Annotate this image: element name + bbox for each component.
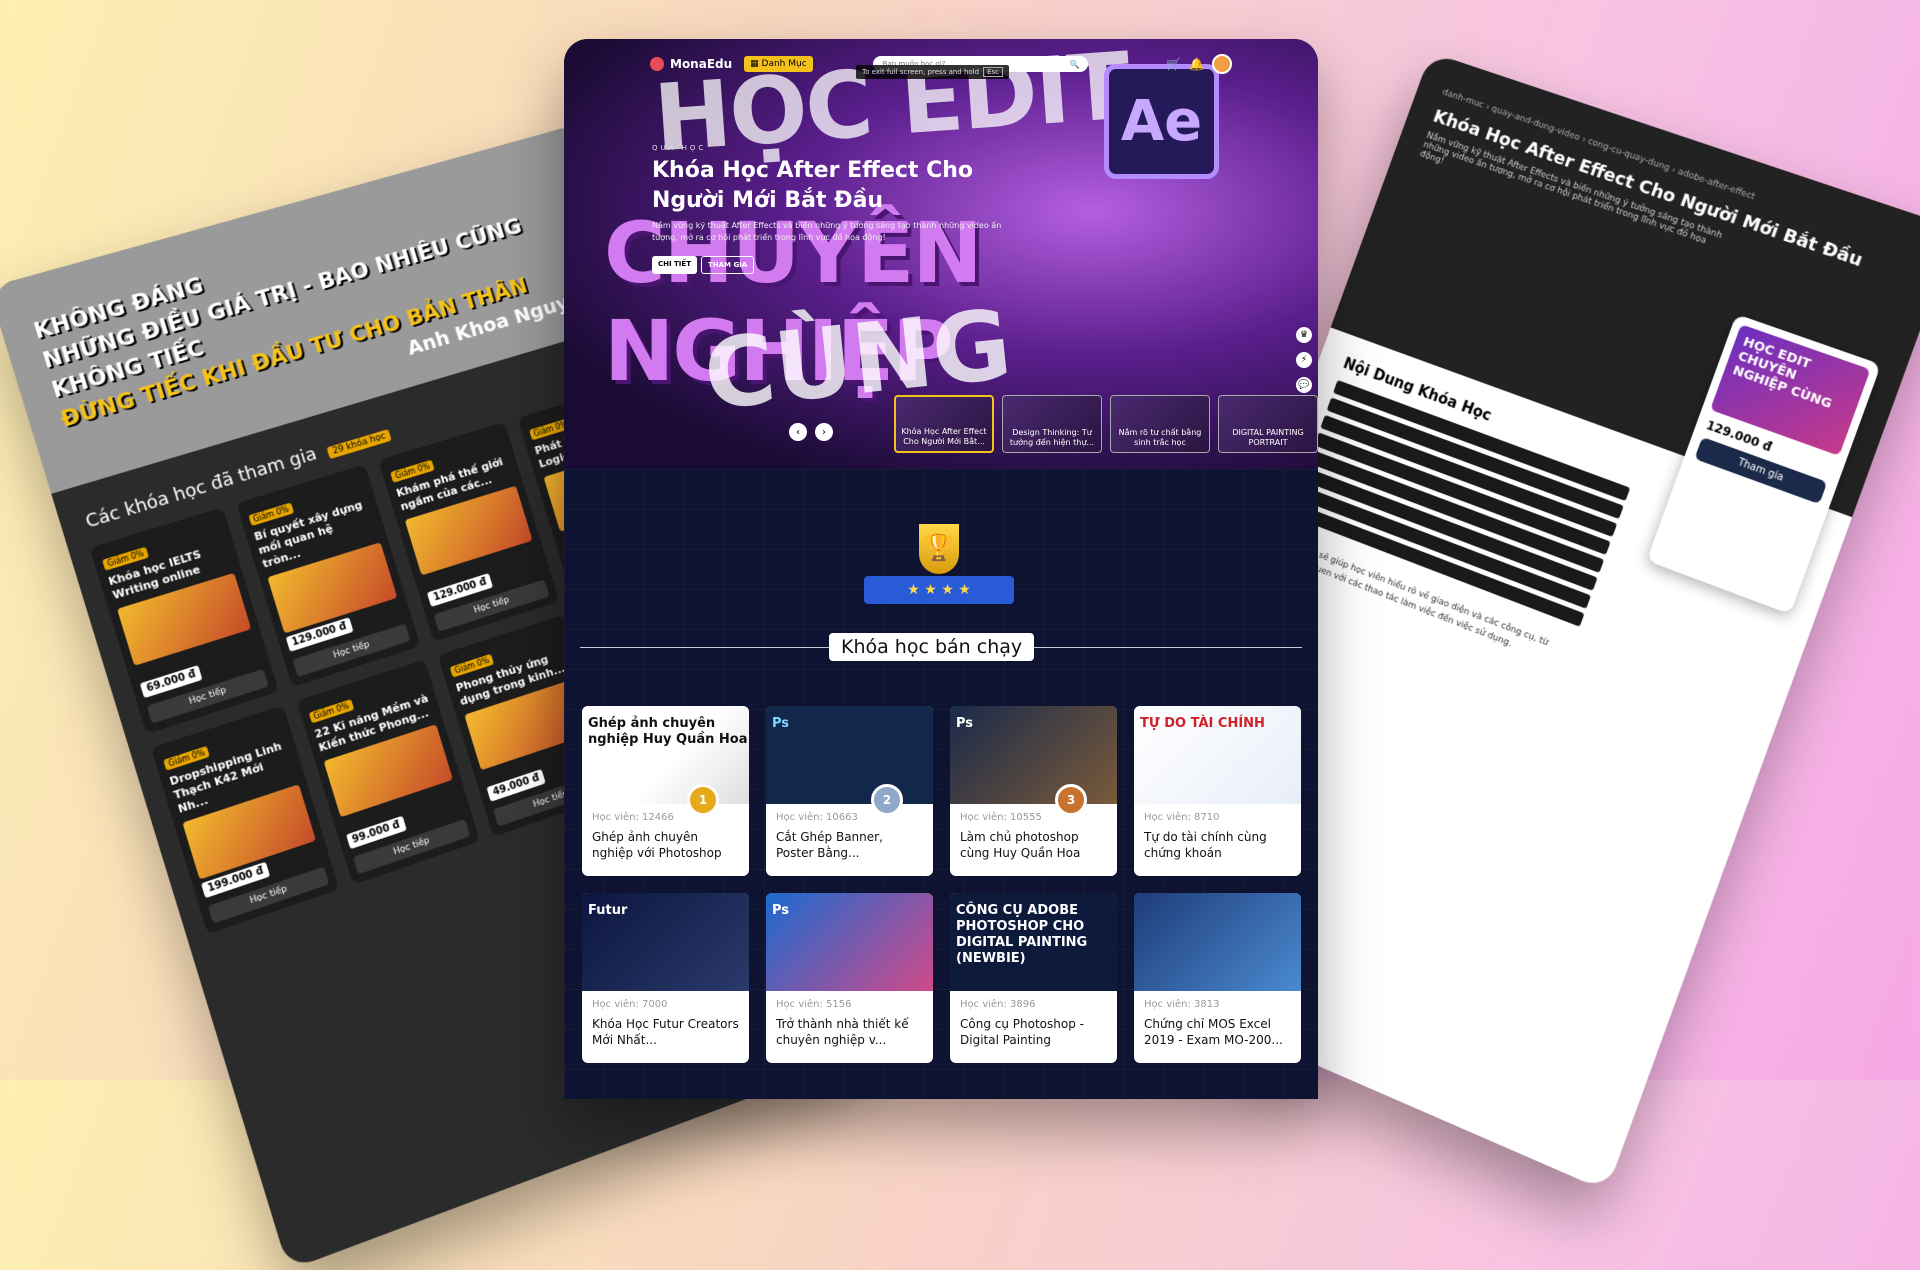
card-content: Học viên: 5156 Trở thành nhà thiết kế chu… (766, 991, 933, 1056)
trophy-icon: 🏆 ★ ★ ★ ★ (864, 524, 1014, 604)
hero-title: Khóa Học After Effect Cho Người Mới Bắt … (652, 158, 974, 213)
card-content: Học viên: 3896 Công cụ Photoshop - Digita… (950, 991, 1117, 1056)
thumbnail-text: Futur (588, 903, 628, 918)
thumbnail-text: CÔNG CỤ ADOBE PHOTOSHOP CHO DIGITAL PAIN… (956, 903, 1088, 966)
grid-icon: ▦ (750, 59, 762, 69)
course-thumbnail: Ps (766, 893, 933, 991)
hero-buttons: CHI TIẾT THAM GIA (652, 256, 1012, 274)
card-content: Học viên: 7000 Khóa Học Futur Creators Mớ… (582, 991, 749, 1056)
carousel-thumbnails: Khóa Học After Effect Cho Người Mới Bắt.… (894, 395, 1318, 453)
join-hero-button[interactable]: THAM GIA (700, 256, 755, 274)
rank-medal-icon: 2 (871, 784, 903, 816)
student-count: Học viên: 10555 (960, 812, 1042, 823)
hero-info: QUÀ HỌC Khóa Học After Effect Cho Người … (652, 144, 1012, 274)
logo-mark-icon (650, 57, 664, 71)
logo-text: MonaEdu (670, 57, 733, 71)
category-menu-button[interactable]: ▦ Danh Mục (744, 56, 813, 72)
bestseller-course-card[interactable]: Futur Học viên: 7000 Khóa Học Futur Creato… (582, 893, 749, 1063)
course-name: Ghép ảnh chuyên nghiệp với Photoshop (592, 830, 722, 860)
student-count: Học viên: 12466 (592, 812, 674, 823)
student-count: Học viên: 3813 (1144, 999, 1220, 1010)
student-count: Học viên: 7000 (592, 999, 668, 1010)
thumbnail-text: Ghép ảnh chuyên nghiệp Huy Quần Hoa (588, 716, 748, 747)
cup-icon: 🏆 (919, 524, 959, 574)
chevron-right-icon[interactable]: › (815, 423, 833, 441)
course-thumbnail: CÔNG CỤ ADOBE PHOTOSHOP CHO DIGITAL PAIN… (950, 893, 1117, 991)
navbar-actions: 🛒 🔔 (1166, 54, 1232, 74)
hero-banner: HỌC EDIT CHUYÊN NGHIỆP CÙNG Ae MonaEdu ▦… (564, 39, 1318, 469)
center-device-homepage: HỌC EDIT CHUYÊN NGHIỆP CÙNG Ae MonaEdu ▦… (564, 39, 1318, 1099)
student-count: Học viên: 5156 (776, 999, 852, 1010)
bestseller-course-card[interactable]: Ps 2 Học viên: 10663 Cắt Ghép Banner, Poste… (766, 706, 933, 876)
site-logo[interactable]: MonaEdu (650, 57, 732, 71)
avatar[interactable] (1212, 54, 1232, 74)
bestseller-course-card[interactable]: Ps Học viên: 5156 Trở thành nhà thiết kế c… (766, 893, 933, 1063)
fullscreen-hint-text: To exit full screen, press and hold (862, 68, 980, 76)
card-content: Học viên: 10555 Làm chủ photoshop cùng Hu… (950, 804, 1117, 869)
card-content: Học viên: 8710 Tự do tài chính cùng chứng… (1134, 804, 1301, 869)
thumbnail-text: Ps (772, 716, 790, 731)
course-thumbnail: Ps (766, 706, 933, 804)
card-content: Học viên: 10663 Cắt Ghép Banner, Poster B… (766, 804, 933, 869)
bestseller-section: 🏆 ★ ★ ★ ★ Khóa học bán chạy Ghép ảnh chu… (564, 469, 1318, 1099)
course-name: Tự do tài chính cùng chứng khoán (1144, 830, 1267, 860)
carousel-thumb[interactable]: DIGITAL PAINTING PORTRAIT (1218, 395, 1318, 453)
student-count: Học viên: 8710 (1144, 812, 1220, 823)
course-thumbnail: Futur (582, 893, 749, 991)
carousel-arrows: ‹ › (789, 423, 833, 441)
hero-side-actions: ♛ ⚡ 💬 (1296, 327, 1312, 393)
card-content: Học viên: 12466 Ghép ảnh chuyên nghiệp vớ… (582, 804, 749, 869)
carousel-thumb[interactable]: Nắm rõ tư chất bằng sinh trắc học (1110, 395, 1210, 453)
carousel-thumb[interactable]: Khóa Học After Effect Cho Người Mới Bắt.… (894, 395, 994, 453)
course-name: Chứng chỉ MOS Excel 2019 - Exam MO-200..… (1144, 1017, 1283, 1047)
fullscreen-hint: To exit full screen, press and hold Esc (856, 65, 1009, 79)
bell-icon[interactable]: 🔔 (1189, 57, 1204, 71)
top-navbar: MonaEdu ▦ Danh Mục 🔍 🛒 🔔 (564, 39, 1318, 89)
student-count: Học viên: 10663 (776, 812, 858, 823)
course-name: Trở thành nhà thiết kế chuyên nghiệp v..… (776, 1017, 909, 1047)
bestseller-course-card[interactable]: CÔNG CỤ ADOBE PHOTOSHOP CHO DIGITAL PAIN… (950, 893, 1117, 1063)
bestseller-course-card[interactable]: TỰ DO TÀI CHÍNH Học viên: 8710 Tự do tài c… (1134, 706, 1301, 876)
hero-description: Nắm vững kỹ thuật After Effects và biến … (652, 221, 1002, 242)
course-thumbnail: TỰ DO TÀI CHÍNH (1134, 706, 1301, 804)
bestseller-course-card[interactable]: Ghép ảnh chuyên nghiệp Huy Quần Hoa 1 Học … (582, 706, 749, 876)
purchase-card: HỌC EDIT CHUYÊN NGHIỆP CÙNG 129.000 đ Th… (1646, 313, 1882, 615)
chevron-left-icon[interactable]: ‹ (789, 423, 807, 441)
rank-medal-icon: 1 (687, 784, 719, 816)
rank-medal-icon: 3 (1055, 784, 1087, 816)
search-icon[interactable]: 🔍 (1070, 60, 1080, 69)
category-label: Danh Mục (761, 59, 807, 69)
cart-icon[interactable]: 🛒 (1166, 57, 1181, 71)
course-title: Khóa Học After Effect Cho Người Mới Bắt … (1430, 105, 1866, 272)
student-count: Học viên: 3896 (960, 999, 1036, 1010)
esc-key: Esc (983, 67, 1003, 77)
course-thumbnail (1134, 893, 1301, 991)
hero-label: QUÀ HỌC (652, 144, 707, 152)
course-name: Khóa Học Futur Creators Mới Nhất... (592, 1017, 739, 1047)
bestseller-grid: Ghép ảnh chuyên nghiệp Huy Quần Hoa 1 Học … (582, 706, 1301, 1063)
course-thumbnail: Ps (950, 706, 1117, 804)
enrolled-count-badge: 29 khóa học (326, 428, 392, 460)
lightning-icon[interactable]: ⚡ (1296, 352, 1312, 368)
bestseller-course-card[interactable]: Học viên: 3813 Chứng chỉ MOS Excel 2019 -… (1134, 893, 1301, 1063)
bestseller-title: Khóa học bán chạy (829, 633, 1035, 661)
chat-icon[interactable]: 💬 (1296, 377, 1312, 393)
thumbnail-text: Ps (772, 903, 790, 918)
course-thumbnail: Ghép ảnh chuyên nghiệp Huy Quần Hoa (582, 706, 749, 804)
card-content: Học viên: 3813 Chứng chỉ MOS Excel 2019 -… (1134, 991, 1301, 1056)
course-name: Cắt Ghép Banner, Poster Bằng... (776, 830, 883, 860)
course-name: Làm chủ photoshop cùng Huy Quần Hoa (960, 830, 1081, 860)
course-name: Công cụ Photoshop - Digital Painting (960, 1017, 1084, 1047)
bestseller-course-card[interactable]: Ps 3 Học viên: 10555 Làm chủ photoshop cùng… (950, 706, 1117, 876)
thumbnail-text: Ps (956, 716, 974, 731)
carousel-thumb[interactable]: Design Thinking: Tư tưởng đến hiện thự..… (1002, 395, 1102, 453)
thumbnail-text: TỰ DO TÀI CHÍNH (1140, 716, 1265, 731)
crown-icon[interactable]: ♛ (1296, 327, 1312, 343)
stars-icon: ★ ★ ★ ★ (864, 576, 1014, 604)
detail-button[interactable]: CHI TIẾT (652, 256, 697, 274)
